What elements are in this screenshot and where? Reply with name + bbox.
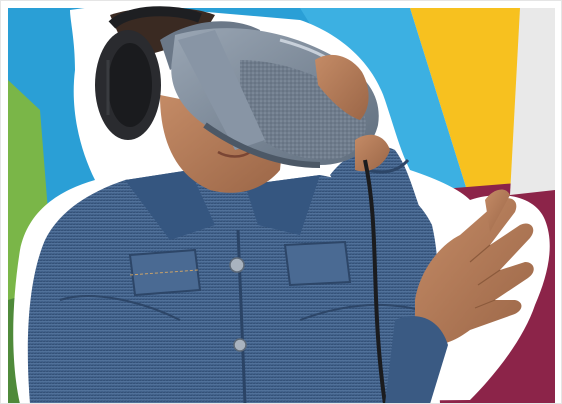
vr-photo bbox=[0, 0, 562, 404]
jacket-button bbox=[229, 257, 245, 273]
image-frame bbox=[0, 0, 562, 404]
jacket-button bbox=[233, 338, 247, 352]
